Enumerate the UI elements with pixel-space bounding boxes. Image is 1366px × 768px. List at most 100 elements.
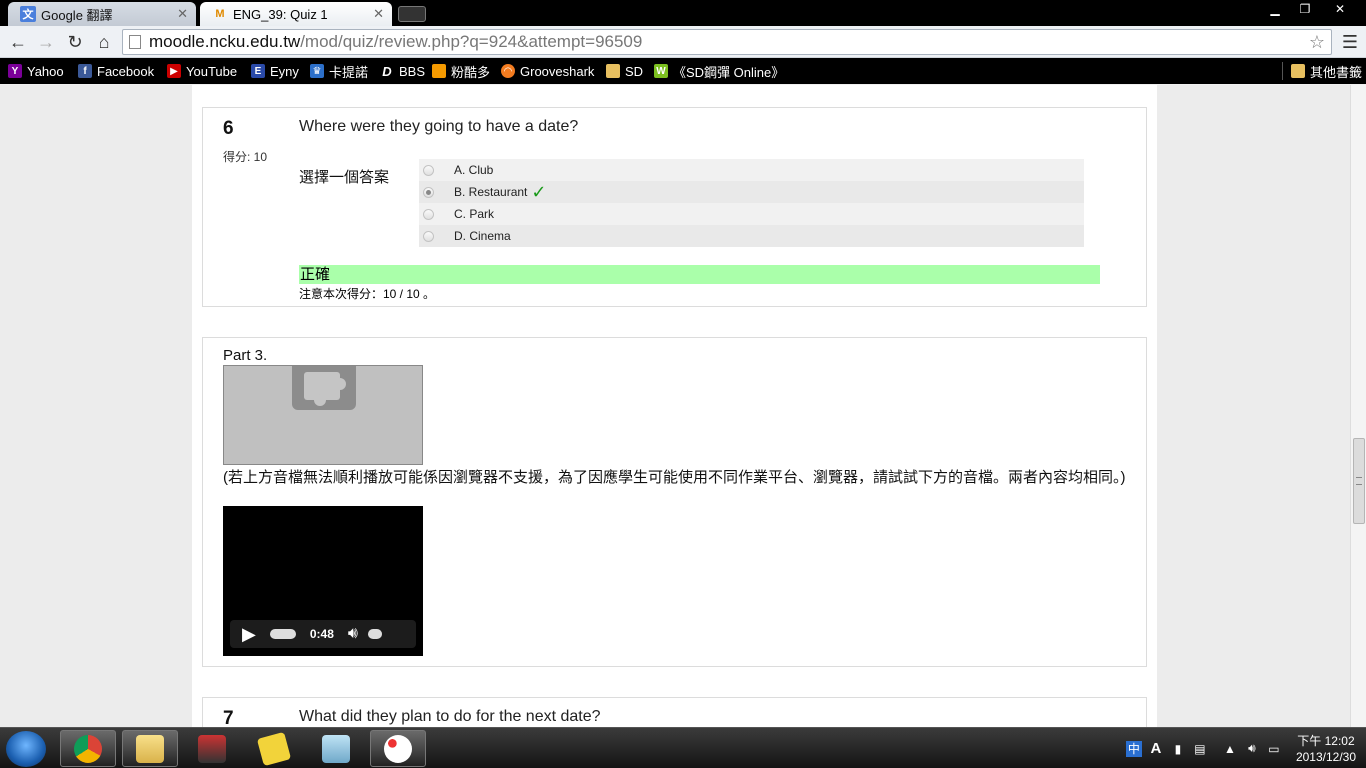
bookmark-ck101[interactable]: ♛ 卡提諾 — [310, 62, 368, 80]
puzzle-piece-icon — [292, 366, 356, 410]
font-a-icon[interactable]: A — [1148, 740, 1164, 757]
bookmark-label: Facebook — [97, 63, 155, 79]
crown-icon: ♛ — [310, 64, 324, 78]
minimize-icon[interactable]: ▁ — [1260, 0, 1290, 18]
yahoo-icon: Y — [8, 64, 22, 78]
marks-note: 注意本次得分：10 / 10 。 — [299, 287, 436, 301]
new-tab-button[interactable] — [398, 6, 426, 22]
volume-icon[interactable]: 🔊︎ — [348, 625, 358, 643]
show-hidden-icons[interactable]: ▲ — [1222, 741, 1238, 757]
keyboard-icon[interactable]: ▤ — [1192, 741, 1208, 757]
radio-button[interactable] — [423, 230, 434, 242]
home-icon[interactable]: ⌂ — [92, 30, 116, 54]
question-number: 6 — [223, 118, 234, 139]
address-host: moodle.ncku.edu.tw — [149, 32, 301, 51]
clock-time: 下午 12:02 — [1297, 733, 1355, 748]
part-3-section: Part 3. (若上方音檔無法順利播放可能係因瀏覽器不支援，為了因應學生可能使… — [202, 337, 1147, 667]
question-number: 7 — [223, 708, 234, 727]
bookmark-label: Eyny — [270, 63, 299, 79]
close-icon[interactable]: ✕ — [373, 6, 384, 22]
tab-title: ENG_39: Quiz 1 — [233, 6, 328, 22]
windows-start-icon[interactable] — [6, 731, 46, 767]
forward-arrow-icon[interactable]: → — [34, 30, 58, 54]
question-grade: 得分: 10 — [223, 150, 268, 164]
other-bookmarks-label: 其他書籤 — [1310, 64, 1363, 80]
notes-icon — [322, 734, 350, 763]
bookmark-fenkuduo[interactable]: 粉酷多 — [432, 62, 490, 80]
reload-icon[interactable]: ↻ — [63, 30, 87, 54]
bookmark-sd-gundam[interactable]: W 《SD鋼彈 Online》 — [654, 62, 784, 80]
d-icon: D — [382, 63, 392, 79]
folder-icon — [606, 64, 620, 78]
page-viewport: 6 得分: 10 Where were they going to have a… — [0, 85, 1350, 727]
question-6: 6 得分: 10 Where were they going to have a… — [202, 107, 1147, 307]
network-icon[interactable]: ▭ — [1266, 741, 1282, 757]
star-icon[interactable]: ☆ — [1309, 30, 1325, 54]
chrome-icon — [74, 734, 102, 763]
clock[interactable]: 下午 12:02 2013/12/30 — [1296, 733, 1356, 765]
vertical-scrollbar[interactable] — [1350, 85, 1366, 727]
youtube-icon: ▶ — [167, 64, 181, 78]
address-bar[interactable]: moodle.ncku.edu.tw/mod/quiz/review.php?q… — [122, 29, 1332, 55]
bookmark-bbs[interactable]: D BBS — [380, 62, 425, 80]
answer-option[interactable]: A. Club — [419, 159, 1084, 181]
taskbar-app[interactable] — [246, 730, 302, 767]
answer-label: D. Cinema — [454, 229, 511, 243]
question-text: What did they plan to do for the next da… — [299, 708, 601, 725]
answer-prompt: 選擇一個答案 — [299, 169, 390, 186]
bookmark-label: BBS — [399, 63, 426, 79]
back-arrow-icon[interactable]: ← — [6, 30, 30, 54]
taskbar-chrome[interactable] — [60, 730, 116, 767]
bookmark-yahoo[interactable]: Y Yahoo — [8, 62, 64, 80]
bookmark-grooveshark[interactable]: ◠ Grooveshark — [501, 62, 594, 80]
answer-option[interactable]: D. Cinema — [419, 225, 1084, 247]
close-icon[interactable]: ✕ — [177, 6, 188, 22]
radio-button[interactable] — [423, 208, 434, 220]
taskbar-notes[interactable] — [308, 730, 364, 767]
moodle-icon: M — [215, 8, 225, 20]
radio-button[interactable] — [423, 186, 434, 198]
answer-label: B. Restaurant — [454, 185, 528, 199]
volume-slider[interactable] — [367, 629, 382, 639]
bookmark-facebook[interactable]: f Facebook — [78, 62, 154, 80]
restore-icon[interactable]: ❐ — [1290, 0, 1320, 18]
address-path: /mod/quiz/review.php?q=924&attempt=96509 — [300, 32, 643, 51]
paint-palette-icon — [384, 734, 412, 763]
tab-google-translate[interactable]: 文 Google 翻譯 ✕ — [8, 2, 196, 26]
language-icon[interactable]: 中 — [1125, 740, 1142, 757]
close-window-icon[interactable]: ✕ — [1320, 0, 1360, 18]
bookmark-sd[interactable]: SD — [606, 62, 643, 80]
taskbar: 中 A ▮ ▤ ▲ 🔊︎ ▭ 下午 12:02 2013/12/30 — [0, 727, 1366, 768]
taskbar-paint[interactable] — [370, 730, 426, 767]
volume-icon[interactable]: 🔊︎ — [1244, 741, 1260, 757]
facebook-icon: f — [78, 64, 92, 78]
folder-icon — [1291, 64, 1305, 78]
audio-player[interactable]: ▶ 0:48 🔊︎ — [223, 506, 423, 656]
answer-list: A. Club B. Restaurant ✓ C. Park D. Cinem… — [419, 159, 1084, 247]
play-icon[interactable]: ▶ — [242, 624, 256, 645]
clock-date: 2013/12/30 — [1295, 749, 1356, 764]
bookmark-label: 粉酷多 — [451, 64, 491, 80]
bookmark-youtube[interactable]: ▶ YouTube — [167, 62, 237, 80]
eyny-icon: E — [251, 64, 265, 78]
answer-option[interactable]: C. Park — [419, 203, 1084, 225]
missing-plugin-placeholder[interactable] — [223, 365, 423, 465]
part-title: Part 3. — [223, 347, 268, 364]
radio-button[interactable] — [423, 164, 434, 176]
menu-icon[interactable]: ☰ — [1342, 32, 1358, 53]
progress-slider[interactable] — [269, 629, 296, 639]
taskbar-game[interactable] — [184, 730, 240, 767]
other-bookmarks[interactable]: 其他書籤 — [1282, 62, 1362, 80]
tab-quiz[interactable]: M ENG_39: Quiz 1 ✕ — [200, 2, 392, 26]
bookmark-label: Grooveshark — [520, 63, 595, 79]
input-mode-icon[interactable]: ▮ — [1170, 741, 1186, 757]
bookmarks-bar: Y Yahoo f Facebook ▶ YouTube E Eyny ♛ 卡提諾 D BB… — [0, 58, 1366, 84]
scrollbar-thumb[interactable] — [1353, 438, 1365, 524]
answer-option[interactable]: B. Restaurant ✓ — [419, 181, 1084, 203]
tab-title: Google 翻譯 — [41, 7, 113, 23]
taskbar-explorer[interactable] — [122, 730, 178, 767]
bookmark-eyny[interactable]: E Eyny — [251, 62, 299, 80]
system-tray: 中 A ▮ ▤ ▲ 🔊︎ ▭ 下午 12:02 2013/12/30 — [1120, 728, 1366, 768]
player-controls: ▶ 0:48 🔊︎ — [230, 620, 416, 648]
bookmark-label: YouTube — [186, 63, 238, 79]
